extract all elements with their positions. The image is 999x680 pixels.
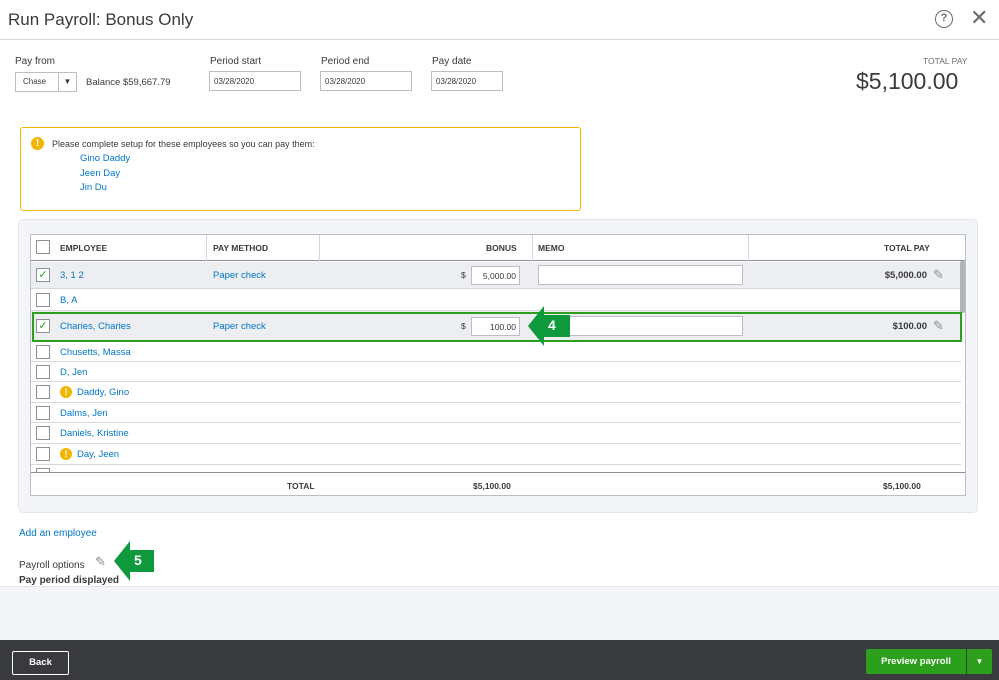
table-header: EMPLOYEE PAY METHOD BONUS MEMO TOTAL PAY — [31, 235, 965, 261]
employee-name[interactable]: 3, 1 2 — [60, 270, 84, 281]
totals-total-pay: $5,100.00 — [883, 481, 921, 491]
pencil-icon[interactable]: ✎ — [933, 267, 944, 283]
column-bonus[interactable]: BONUS — [486, 243, 517, 253]
pay-period-displayed: Pay period displayed — [19, 575, 120, 586]
column-divider — [319, 235, 320, 261]
employee-name[interactable]: D, Jen — [60, 367, 87, 378]
memo-input[interactable] — [538, 265, 743, 285]
employee-name[interactable]: B, A — [60, 295, 77, 306]
table-row[interactable]: Dalms, Jen — [31, 403, 961, 423]
table-row[interactable]: B, A — [31, 289, 961, 311]
pay-from-label: Pay from — [15, 56, 56, 67]
table-totals-row: TOTAL $5,100.00 $5,100.00 — [31, 472, 965, 495]
row-total-pay: $5,000.00 — [884, 270, 927, 281]
pay-from-value: Chase — [23, 77, 47, 86]
footer-bar — [0, 640, 999, 680]
totals-label: TOTAL — [287, 481, 315, 491]
select-all-checkbox[interactable] — [36, 240, 50, 254]
column-memo[interactable]: MEMO — [538, 243, 564, 253]
totals-bonus: $5,100.00 — [473, 481, 511, 491]
warning-icon: ! — [60, 386, 72, 398]
column-total-pay[interactable]: TOTAL PAY — [884, 243, 930, 253]
column-divider — [206, 235, 207, 261]
bank-balance: Balance $59,667.79 — [86, 77, 171, 88]
table-row[interactable]: ✓ 3, 1 2 Paper check $ 5,000.00 $5,000.0… — [31, 262, 961, 289]
table-scrollbar[interactable] — [960, 261, 965, 313]
employee-name[interactable]: Day, Jeen — [77, 449, 119, 460]
row-checkbox[interactable] — [36, 426, 50, 440]
row-checkbox[interactable] — [36, 293, 50, 307]
table-row[interactable]: Daniels, Kristine — [31, 423, 961, 444]
employee-name[interactable]: Daniels, Kristine — [60, 428, 129, 439]
step-5-arrow: 5 — [114, 539, 154, 583]
total-pay-amount: $5,100.00 — [856, 68, 959, 94]
currency-symbol: $ — [461, 270, 466, 280]
table-row[interactable]: ! Daddy, Gino — [31, 382, 961, 403]
row-checkbox[interactable] — [36, 345, 50, 359]
bonus-input[interactable]: 5,000.00 — [471, 266, 520, 285]
column-divider — [532, 235, 533, 261]
warning-icon: ! — [31, 137, 44, 150]
chevron-down-icon[interactable]: ▼ — [967, 649, 992, 674]
table-row[interactable]: D, Jen — [31, 362, 961, 382]
chevron-down-icon[interactable]: ▼ — [58, 73, 76, 91]
row-checkbox[interactable] — [36, 385, 50, 399]
period-start-input[interactable]: 03/28/2020 — [209, 71, 301, 91]
step-5-number: 5 — [134, 552, 142, 568]
column-employee[interactable]: EMPLOYEE — [60, 243, 107, 253]
warning-icon: ! — [60, 448, 72, 460]
row-checkbox[interactable] — [36, 447, 50, 461]
add-employee-link[interactable]: Add an employee — [19, 528, 97, 539]
help-icon[interactable]: ? — [935, 10, 953, 28]
step-highlight-box — [32, 312, 962, 342]
setup-warning: ! Please complete setup for these employ… — [20, 127, 581, 211]
column-divider — [748, 235, 749, 261]
setup-employee-link[interactable]: Jeen Day — [80, 168, 120, 179]
total-pay-label: TOTAL PAY — [923, 56, 968, 66]
setup-warning-message: Please complete setup for these employee… — [52, 139, 315, 149]
column-pay-method[interactable]: PAY METHOD — [213, 243, 268, 253]
employee-table: EMPLOYEE PAY METHOD BONUS MEMO TOTAL PAY… — [30, 234, 966, 496]
back-button[interactable]: Back — [12, 651, 69, 675]
employee-name[interactable]: Dalms, Jen — [60, 408, 108, 419]
period-end-label: Period end — [321, 56, 370, 67]
setup-employee-link[interactable]: Gino Daddy — [80, 153, 130, 164]
close-icon[interactable]: ✕ — [970, 6, 988, 30]
pay-method-link[interactable]: Paper check — [213, 270, 266, 281]
step-4-arrow: 4 — [528, 304, 570, 348]
table-row[interactable]: Chusetts, Massa — [31, 342, 961, 362]
employee-name[interactable]: Daddy, Gino — [77, 387, 129, 398]
preview-payroll-button[interactable]: Preview payroll — [866, 649, 966, 674]
page-title: Run Payroll: Bonus Only — [8, 10, 194, 29]
period-start-label: Period start — [210, 56, 262, 67]
employee-name[interactable]: Chusetts, Massa — [60, 347, 131, 358]
payroll-options-label: Payroll options — [19, 560, 85, 571]
setup-employee-link[interactable]: Jin Du — [80, 182, 107, 193]
row-checkbox[interactable] — [36, 365, 50, 379]
dialog-header: Run Payroll: Bonus Only ? ✕ — [0, 0, 999, 40]
table-row[interactable]: ! Day, Jeen — [31, 444, 961, 465]
pencil-icon[interactable]: ✎ — [95, 554, 106, 570]
content-bottom-band — [0, 586, 999, 642]
step-4-number: 4 — [548, 317, 556, 333]
pay-date-input[interactable]: 03/28/2020 — [431, 71, 503, 91]
pay-date-label: Pay date — [432, 56, 472, 67]
row-checkbox[interactable]: ✓ — [36, 268, 50, 282]
pay-from-select[interactable]: Chase ▼ — [15, 72, 77, 92]
period-end-input[interactable]: 03/28/2020 — [320, 71, 412, 91]
row-checkbox[interactable] — [36, 406, 50, 420]
